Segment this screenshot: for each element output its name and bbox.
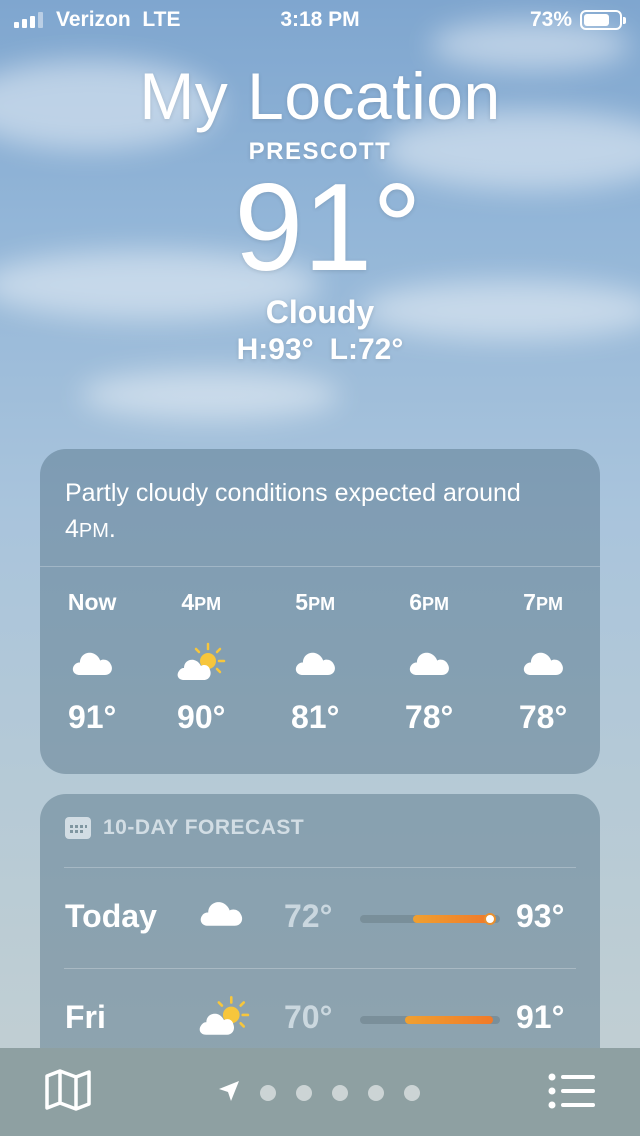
page-dot[interactable] (368, 1085, 384, 1101)
low-temperature: L:72° (329, 333, 404, 366)
current-location-button[interactable] (218, 1080, 240, 1107)
hour-column: Now 91° (40, 589, 144, 736)
day-low-temperature: 72° (284, 898, 333, 934)
hour-label-text: 6 (409, 589, 423, 615)
day-name: Today (65, 898, 157, 934)
hour-column: 4PM 90° (144, 589, 258, 736)
page-dot[interactable] (404, 1085, 420, 1101)
forecast-day-row[interactable]: Today 72° 93° (40, 868, 600, 968)
hourly-summary: Partly cloudy conditions expected around… (40, 449, 600, 567)
hour-label-suffix: PM (535, 594, 563, 614)
page-dot[interactable] (296, 1085, 312, 1101)
cloud-icon (372, 625, 486, 699)
hour-label-text: 4 (181, 589, 195, 615)
map-button[interactable] (44, 1068, 92, 1117)
hour-column: 7PM 78° (486, 589, 600, 736)
day-name: Fri (65, 999, 106, 1035)
city-list-button[interactable] (548, 1072, 596, 1115)
hour-temperature: 78° (404, 699, 454, 735)
summary-pm: PM (78, 520, 109, 542)
hour-label: 7PM (486, 589, 600, 625)
day-low-temperature: 70° (284, 999, 333, 1035)
hourly-list[interactable]: Now 91° 4PM 90° 5PM 81° 6PM 78° 7PM 78° (40, 589, 600, 736)
day-high-temperature: 93° (516, 898, 565, 934)
hour-label: 4PM (144, 589, 258, 625)
bottom-toolbar (0, 1048, 640, 1136)
summary-period: . (108, 515, 116, 543)
hour-label-suffix: PM (422, 594, 450, 614)
temperature-range-bar (360, 1016, 500, 1024)
list-icon (548, 1073, 595, 1109)
cloud-icon (198, 898, 244, 932)
battery-icon (580, 10, 626, 30)
status-bar: Verizon LTE 3:18 PM 73% (0, 0, 640, 40)
high-low: H:93° L:72° (0, 333, 640, 367)
hour-temperature: 81° (290, 699, 340, 735)
hour-temperature: 90° (177, 699, 226, 735)
temperature-range-fill (413, 915, 491, 923)
page-dot[interactable] (332, 1085, 348, 1101)
hour-column: 5PM 81° (258, 589, 372, 736)
page-dot[interactable] (260, 1085, 276, 1101)
hour-column: 6PM 78° (372, 589, 486, 736)
forecast-heading: 10-DAY FORECAST (65, 816, 304, 840)
summary-text: Partly cloudy conditions expected around… (65, 479, 521, 543)
current-condition: Cloudy (265, 294, 375, 330)
temperature-range-bar (360, 913, 500, 925)
day-high-temperature: 91° (516, 999, 565, 1035)
hour-temperature: 78° (518, 699, 568, 735)
high-temperature: H:93° (236, 333, 314, 366)
hour-label-text: Now (67, 589, 117, 615)
cloud-icon (486, 625, 600, 699)
hour-label-text: 7 (523, 589, 536, 615)
hour-label: Now (40, 589, 144, 625)
current-temperature: 91° (234, 159, 422, 297)
location-arrow-icon (219, 1081, 239, 1101)
current-weather-header: My Location PRESCOTT 91° Cloudy H:93° L:… (0, 58, 640, 367)
map-icon (45, 1069, 91, 1111)
hour-label: 5PM (258, 589, 372, 625)
hour-label-suffix: PM (194, 594, 222, 614)
calendar-icon (65, 817, 91, 839)
current-temperature-dot (484, 913, 497, 925)
partly-sunny-icon (198, 995, 250, 1042)
hour-label-suffix: PM (308, 594, 336, 614)
hourly-forecast-card[interactable]: Partly cloudy conditions expected around… (40, 449, 600, 774)
forecast-heading-label: 10-DAY FORECAST (103, 816, 305, 839)
battery-percentage: 73% (529, 8, 572, 31)
hour-label: 6PM (372, 589, 486, 625)
cloud-icon (258, 625, 372, 699)
hour-temperature: 91° (67, 699, 117, 735)
partly-sunny-icon (144, 625, 258, 699)
location-title: My Location (139, 59, 501, 133)
cloud-icon (40, 625, 144, 699)
temperature-range-fill (404, 1016, 493, 1024)
page-indicator[interactable] (260, 1085, 420, 1101)
hour-label-text: 5 (295, 589, 309, 615)
